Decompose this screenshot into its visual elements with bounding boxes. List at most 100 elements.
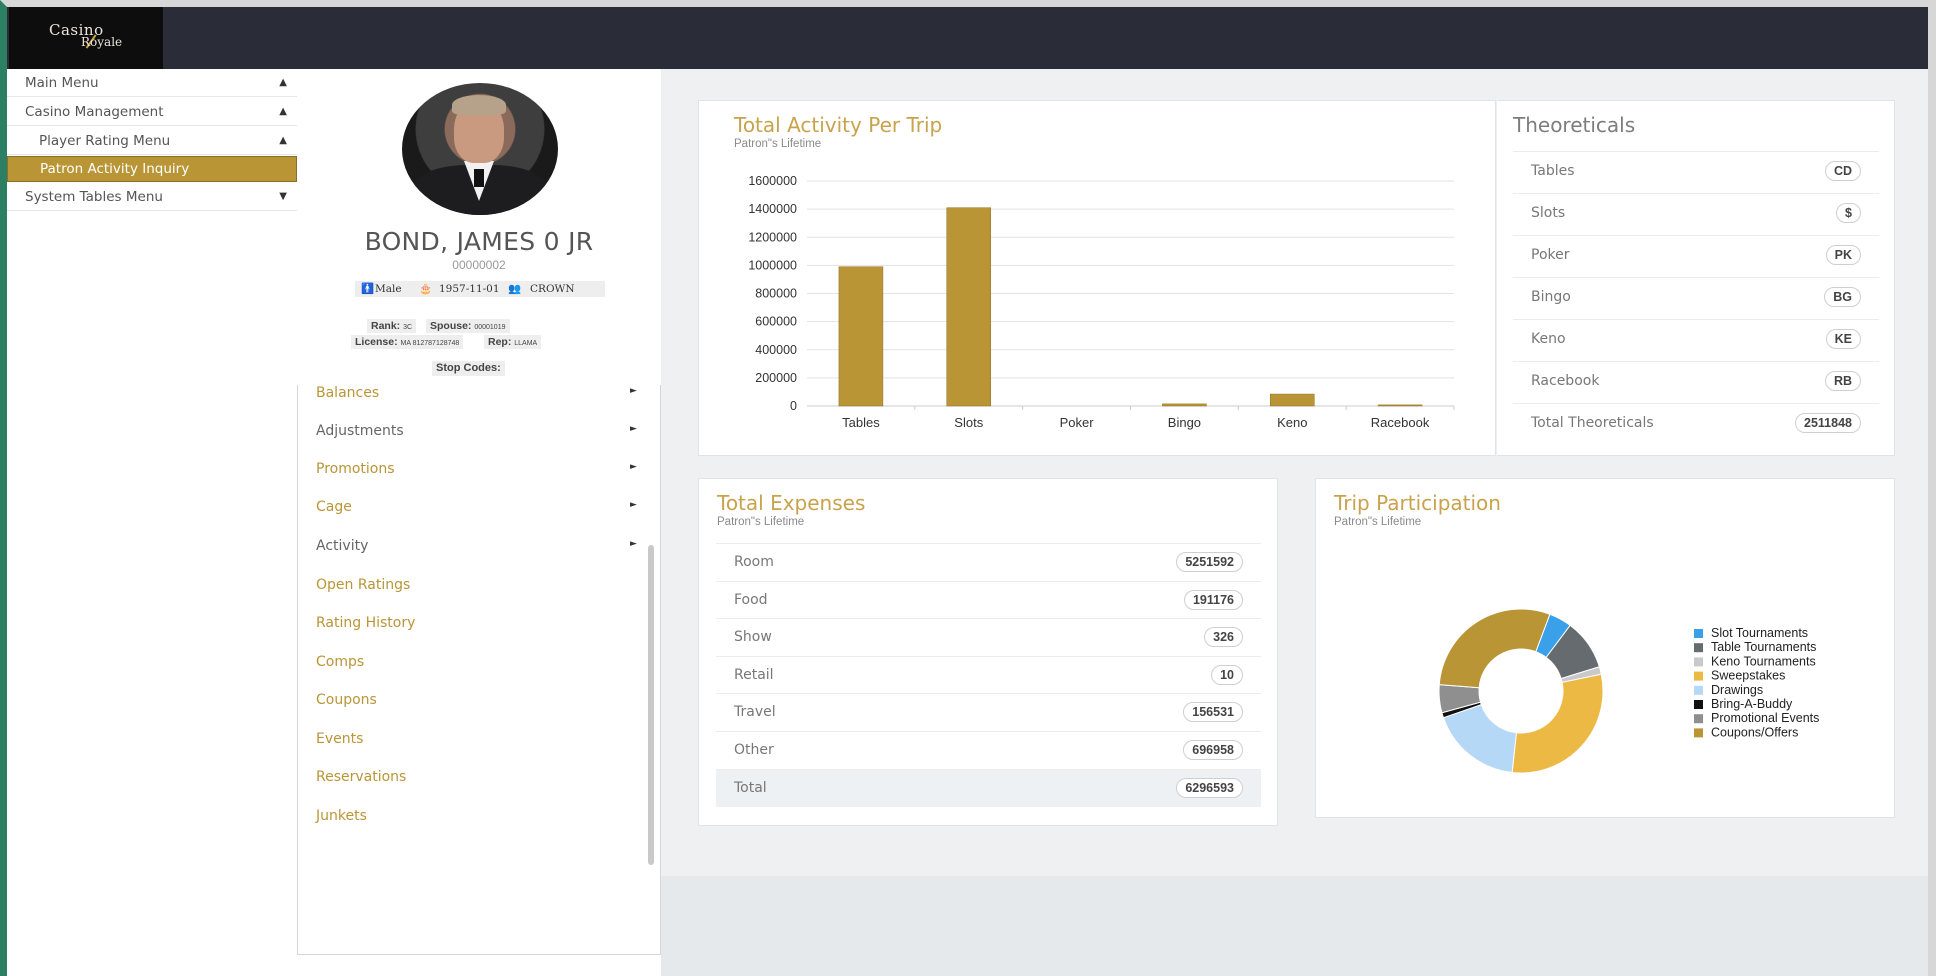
legend-swatch <box>1694 671 1703 681</box>
donut-slice-coupons-offers <box>1438 608 1551 689</box>
menu-label: Balances <box>316 385 380 401</box>
theoretical-row: Tables CD <box>1513 151 1879 191</box>
nav-player-rating-menu[interactable]: Player Rating Menu ▲ <box>7 127 297 155</box>
menu-events[interactable]: Events <box>316 731 363 747</box>
menu-label: Junkets <box>316 808 367 824</box>
theoretical-label: Keno <box>1531 331 1566 347</box>
expense-value-badge: 5251592 <box>1176 552 1243 572</box>
expense-row: Show 326 <box>716 618 1261 656</box>
expense-row: Room 5251592 <box>716 543 1261 581</box>
nav-casino-management[interactable]: Casino Management ▲ <box>7 98 297 126</box>
nav-system-tables-menu[interactable]: System Tables Menu ▼ <box>7 183 297 211</box>
menu-balances[interactable]: Balances ► <box>316 385 637 401</box>
menu-label: Promotions <box>316 461 395 477</box>
legend-swatch <box>1694 700 1703 709</box>
x-tick-label: Racebook <box>1371 415 1430 430</box>
expense-value-badge: 191176 <box>1183 589 1243 610</box>
y-tick-label: 1200000 <box>748 230 797 244</box>
expenses-title: Total Expenses <box>717 491 866 515</box>
menu-comps[interactable]: Comps <box>316 654 364 670</box>
theoretical-label: Total Theoreticals <box>1531 415 1654 431</box>
expense-value-badge: 156531 <box>1183 702 1243 723</box>
theoretical-value-badge: BG <box>1824 287 1861 307</box>
expense-label: Room <box>734 554 774 570</box>
expense-label: Other <box>734 742 774 758</box>
menu-rating-history[interactable]: Rating History <box>316 615 415 631</box>
x-tick-label: Bingo <box>1168 415 1201 430</box>
trip-card: Trip Participation Patron"s Lifetime Slo… <box>1315 478 1895 818</box>
x-tick-label: Tables <box>842 415 880 430</box>
expenses-subtitle: Patron"s Lifetime <box>717 516 805 528</box>
license-value: MA 812787128748 <box>400 340 460 347</box>
menu-label: Comps <box>316 654 365 670</box>
y-tick-label: 600000 <box>755 315 797 329</box>
menu-reservations[interactable]: Reservations <box>316 769 406 785</box>
legend-swatch <box>1694 657 1703 667</box>
nav-label: Patron Activity Inquiry <box>40 161 190 177</box>
male-icon: 🚹 <box>361 283 375 295</box>
rep-value: LLAMA <box>514 340 538 347</box>
bar-tables <box>838 266 884 407</box>
stop-codes: Stop Codes: <box>432 361 505 376</box>
menu-scrollbar[interactable] <box>648 545 654 865</box>
menu-label: Coupons <box>316 692 377 708</box>
expand-arrow-icon: ▼ <box>279 191 287 202</box>
collapse-arrow-icon: ▲ <box>279 106 287 117</box>
x-tick-label: Keno <box>1277 415 1307 430</box>
patron-menu: Balances ► Adjustments ► Promotions ► Ca… <box>297 385 661 955</box>
collapse-arrow-icon: ▲ <box>279 77 287 88</box>
menu-activity[interactable]: Activity ► <box>316 538 637 554</box>
expense-value-badge: 326 <box>1204 627 1243 648</box>
y-tick-label: 200000 <box>755 371 797 385</box>
menu-adjustments[interactable]: Adjustments ► <box>316 423 637 439</box>
theoretical-row: Slots $ <box>1513 193 1879 233</box>
submenu-arrow-icon: ► <box>630 424 637 434</box>
theoretical-value-badge: PK <box>1825 245 1861 265</box>
patron-profile: BOND, JAMES 0 JR 00000002 🚹 Male 🎂 1957-… <box>297 69 661 976</box>
expense-row: Other 696958 <box>716 731 1261 769</box>
expense-label: Retail <box>734 666 774 683</box>
theoreticals-card: Theoreticals Tables CD Slots $ Poker PK Bingo B… <box>1497 100 1895 456</box>
rank-info: Rank: 3C <box>367 319 417 333</box>
submenu-arrow-icon: ► <box>630 462 637 472</box>
menu-label: Open Ratings <box>316 577 411 593</box>
bar-bingo <box>1162 403 1207 407</box>
patron-id: 00000002 <box>452 258 506 272</box>
theoretical-value-badge: RB <box>1824 371 1861 391</box>
spouse-value: 00001019 <box>474 324 506 331</box>
theoretical-label: Poker <box>1531 247 1570 263</box>
dashboard-footer-area <box>661 876 1928 976</box>
nav-label: System Tables Menu <box>25 189 163 205</box>
nav-label: Casino Management <box>25 104 164 120</box>
legend-swatch <box>1694 629 1703 638</box>
y-tick-label: 1000000 <box>748 258 797 272</box>
menu-cage[interactable]: Cage ► <box>316 499 637 515</box>
menu-promotions[interactable]: Promotions ► <box>316 461 637 477</box>
activity-card: Total Activity Per Trip Patron"s Lifetim… <box>698 100 1496 456</box>
expense-row: Food 191176 <box>716 580 1261 619</box>
legend-swatch <box>1694 714 1703 724</box>
casino-royale-logo[interactable]: Casino Royale <box>9 7 163 69</box>
expense-row: Travel 156531 <box>716 693 1261 731</box>
y-tick-label: 0 <box>790 399 797 413</box>
nav-main-menu[interactable]: Main Menu ▲ <box>7 69 297 97</box>
theoretical-label: Tables <box>1531 163 1575 179</box>
rank-value: 3C <box>403 324 413 331</box>
theoreticals-title: Theoreticals <box>1513 113 1636 137</box>
menu-open-ratings[interactable]: Open Ratings <box>316 577 410 593</box>
expense-value-badge: 696958 <box>1183 740 1243 760</box>
y-tick-label: 400000 <box>755 343 797 357</box>
patron-gender: Male <box>375 283 402 295</box>
license-info: License: MA 812787128748 <box>351 335 464 349</box>
y-tick-label: 800000 <box>755 287 797 301</box>
patron-name: BOND, JAMES 0 JR <box>364 227 594 256</box>
activity-bar-chart: 0 200000 400000 600000 800000 1000000 1200000 1… <box>748 174 1455 430</box>
collapse-arrow-icon: ▲ <box>279 135 287 146</box>
group-icon: 👥 <box>508 283 522 295</box>
menu-label: Events <box>316 731 364 747</box>
legend-swatch <box>1694 728 1703 738</box>
menu-junkets[interactable]: Junkets <box>316 808 367 824</box>
theoretical-row: Keno KE <box>1513 319 1879 359</box>
menu-coupons[interactable]: Coupons <box>316 692 377 708</box>
nav-patron-activity-inquiry[interactable]: Patron Activity Inquiry <box>7 156 297 182</box>
